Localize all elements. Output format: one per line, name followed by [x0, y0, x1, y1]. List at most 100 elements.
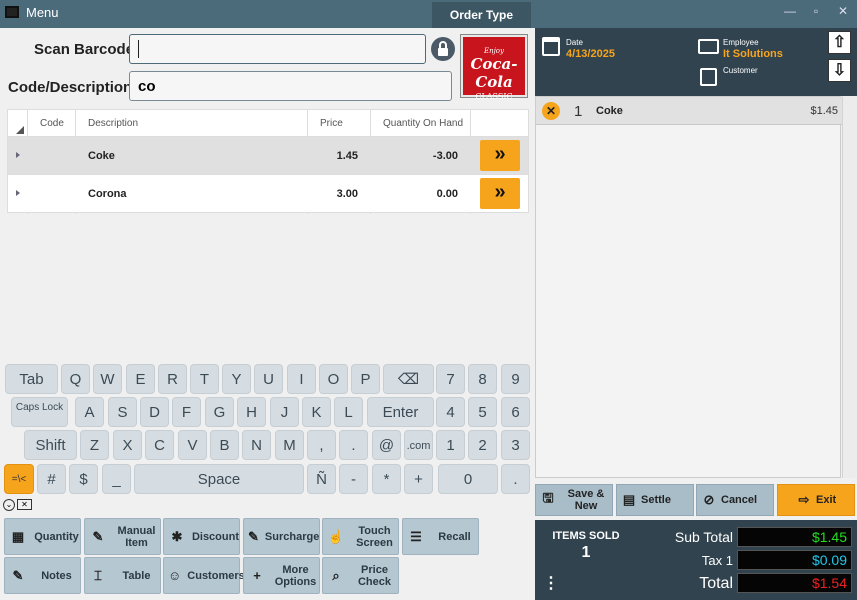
key-t[interactable]: T: [190, 364, 219, 394]
customers-button[interactable]: ☺ Customers: [163, 557, 245, 594]
surcharge-button[interactable]: ✎ Surcharge: [243, 518, 320, 555]
price-check-button[interactable]: ⌕ Price Check: [322, 557, 399, 594]
key--com[interactable]: .com: [404, 430, 433, 460]
key-z[interactable]: Z: [80, 430, 109, 460]
key--[interactable]: Ñ: [307, 464, 336, 494]
lock-icon[interactable]: [431, 37, 455, 61]
key--[interactable]: #: [37, 464, 66, 494]
key-1[interactable]: 1: [436, 430, 465, 460]
key-tab[interactable]: Tab: [5, 364, 58, 394]
key-9[interactable]: 9: [501, 364, 530, 394]
key-b[interactable]: B: [210, 430, 239, 460]
order-line[interactable]: ✕ 1 Coke $1.45: [536, 97, 842, 125]
exit-button[interactable]: ⇨ Exit: [777, 484, 855, 516]
key-enter[interactable]: Enter: [367, 397, 434, 427]
key--[interactable]: +: [404, 464, 433, 494]
close-button[interactable]: ✕: [833, 4, 853, 18]
key--[interactable]: $: [69, 464, 98, 494]
table-button[interactable]: ⌶ Table: [84, 557, 161, 594]
table-row[interactable]: Corona 3.00 0.00 »: [8, 174, 528, 212]
col-header-code[interactable]: Code: [40, 118, 64, 129]
key-s[interactable]: S: [108, 397, 137, 427]
key-m[interactable]: M: [275, 430, 304, 460]
scroll-down-button[interactable]: ⇩: [828, 59, 851, 82]
recall-button[interactable]: ☰ Recall: [402, 518, 479, 555]
key-shift[interactable]: Shift: [24, 430, 77, 460]
key-a[interactable]: A: [75, 397, 104, 427]
window-title: Menu: [26, 5, 59, 20]
key-e[interactable]: E: [126, 364, 155, 394]
key--[interactable]: .: [501, 464, 530, 494]
key-4[interactable]: 4: [436, 397, 465, 427]
key-o[interactable]: O: [319, 364, 348, 394]
key-g[interactable]: G: [205, 397, 234, 427]
key-2[interactable]: 2: [468, 430, 497, 460]
collapse-icon[interactable]: ⌄: [3, 499, 15, 511]
key-8[interactable]: 8: [468, 364, 497, 394]
key-q[interactable]: Q: [61, 364, 90, 394]
scroll-up-button[interactable]: ⇧: [828, 31, 851, 54]
key-n[interactable]: N: [242, 430, 271, 460]
menu-icon[interactable]: [5, 6, 19, 18]
row-expand-icon[interactable]: [16, 190, 20, 196]
key-3[interactable]: 3: [501, 430, 530, 460]
key-i[interactable]: I: [287, 364, 316, 394]
order-lines-scrollbar[interactable]: [842, 96, 857, 478]
key-w[interactable]: W: [93, 364, 122, 394]
add-item-button[interactable]: »: [480, 140, 520, 171]
manual-item-button[interactable]: ✎ Manual Item: [84, 518, 161, 555]
restore-button[interactable]: ▫: [806, 4, 826, 18]
key-6[interactable]: 6: [501, 397, 530, 427]
quantity-button[interactable]: ▦ Quantity: [4, 518, 81, 555]
date-value: 4/13/2025: [566, 48, 615, 60]
notes-button[interactable]: ✎ Notes: [4, 557, 81, 594]
key-y[interactable]: Y: [222, 364, 251, 394]
cancel-button[interactable]: ⊘ Cancel: [696, 484, 774, 516]
key-u[interactable]: U: [254, 364, 283, 394]
key--[interactable]: _: [102, 464, 131, 494]
key-r[interactable]: R: [158, 364, 187, 394]
touch-screen-button[interactable]: ☝ Touch Screen: [322, 518, 399, 555]
key-c[interactable]: C: [145, 430, 174, 460]
add-item-button[interactable]: »: [480, 178, 520, 209]
col-header-price[interactable]: Price: [320, 118, 343, 129]
key-5[interactable]: 5: [468, 397, 497, 427]
key-k[interactable]: K: [302, 397, 331, 427]
key-space[interactable]: Space: [134, 464, 304, 494]
key-l[interactable]: L: [334, 397, 363, 427]
customer-label: Customer: [723, 66, 758, 75]
keyboard-hide-icon[interactable]: ✕: [17, 499, 32, 510]
key--[interactable]: @: [372, 430, 401, 460]
key--[interactable]: ⌫: [383, 364, 434, 394]
table-row[interactable]: Coke 1.45 -3.00 »: [8, 136, 528, 174]
key-0[interactable]: 0: [438, 464, 498, 494]
key-7[interactable]: 7: [436, 364, 465, 394]
key-j[interactable]: J: [270, 397, 299, 427]
code-description-input[interactable]: co: [129, 71, 452, 101]
col-header-description[interactable]: Description: [88, 118, 138, 129]
row-expand-icon[interactable]: [16, 152, 20, 158]
remove-item-icon[interactable]: ✕: [542, 102, 560, 120]
key-f[interactable]: F: [172, 397, 201, 427]
key-x[interactable]: X: [113, 430, 142, 460]
minimize-button[interactable]: —: [780, 4, 800, 18]
discount-button[interactable]: ✱ Discount: [163, 518, 240, 555]
key-h[interactable]: H: [237, 397, 266, 427]
key-p[interactable]: P: [351, 364, 380, 394]
order-type-tab[interactable]: Order Type: [432, 2, 531, 28]
more-menu-icon[interactable]: ⋮: [543, 573, 559, 593]
col-header-quantity[interactable]: Quantity On Hand: [383, 118, 463, 129]
key--[interactable]: ,: [307, 430, 336, 460]
save-new-button[interactable]: 🖫 Save & New: [535, 484, 613, 516]
more-options-button[interactable]: + More Options: [243, 557, 320, 594]
key--[interactable]: -: [339, 464, 368, 494]
key-v[interactable]: V: [178, 430, 207, 460]
settle-button[interactable]: ▤ Settle: [616, 484, 694, 516]
key-d[interactable]: D: [140, 397, 169, 427]
key--[interactable]: =\<: [4, 464, 34, 494]
key-caps-lock[interactable]: Caps Lock: [11, 397, 68, 427]
scan-barcode-input[interactable]: [129, 34, 426, 64]
key--[interactable]: .: [339, 430, 368, 460]
customer-icon[interactable]: [700, 68, 717, 86]
key--[interactable]: *: [372, 464, 401, 494]
